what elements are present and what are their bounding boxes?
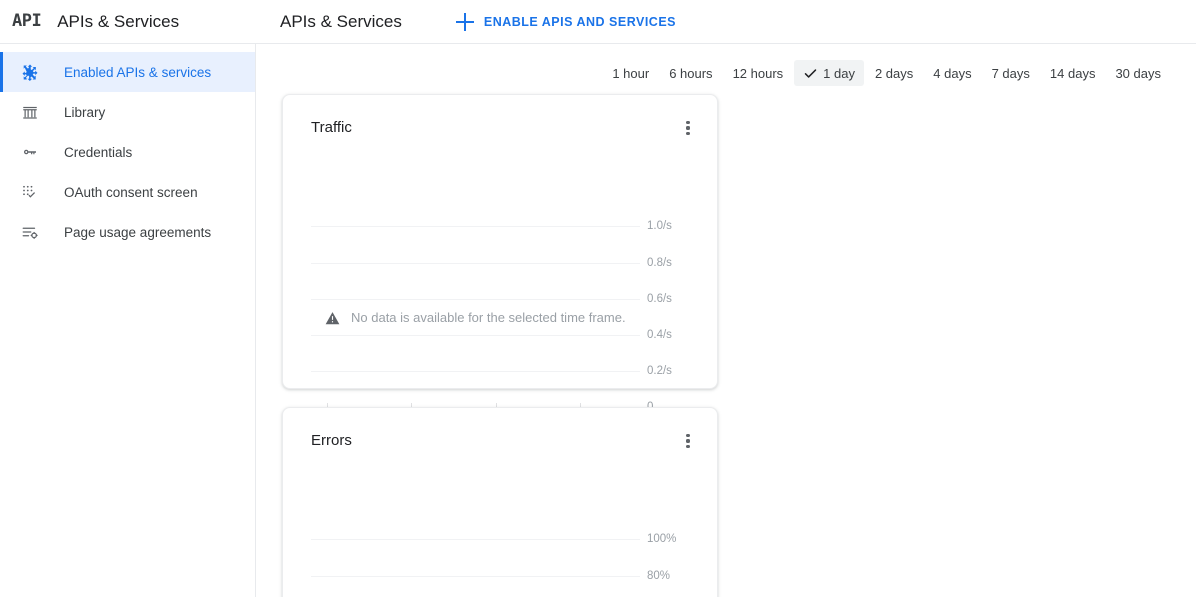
metrics-card-errors: Errors 100% 80% 60% 40% 20% 0 xyxy=(282,407,718,597)
time-range-option-12-hours[interactable]: 12 hours xyxy=(724,60,793,86)
gridline xyxy=(311,576,640,577)
apis-and-services-page: API APIs & Services APIs & Services ENAB… xyxy=(0,0,1196,597)
sidebar-item-credentials[interactable]: Credentials xyxy=(0,132,255,172)
time-range-option-1-day[interactable]: 1 day xyxy=(794,60,864,86)
enable-apis-and-services-button[interactable]: ENABLE APIS AND SERVICES xyxy=(450,9,682,35)
main-content: 1 hour 6 hours 12 hours 1 day 2 days 4 d… xyxy=(256,44,1196,597)
time-range-option-label: 6 hours xyxy=(669,65,713,81)
top-app-bar: API APIs & Services APIs & Services ENAB… xyxy=(0,0,1196,44)
y-axis-tick-label: 0.6/s xyxy=(647,293,672,305)
time-range-option-2-days[interactable]: 2 days xyxy=(866,60,922,86)
page-header-zone: APIs & Services ENABLE APIS AND SERVICES xyxy=(256,0,682,44)
sidebar-item-label: Credentials xyxy=(64,144,133,160)
more-vert-icon[interactable] xyxy=(679,432,697,450)
y-axis-tick-label: 80% xyxy=(647,570,671,582)
time-range-option-7-days[interactable]: 7 days xyxy=(983,60,1039,86)
empty-state-message: No data is available for the selected ti… xyxy=(325,310,626,325)
time-range-option-4-days[interactable]: 4 days xyxy=(924,60,980,86)
brand-zone: API APIs & Services xyxy=(0,0,256,44)
gridline xyxy=(311,371,640,372)
enable-apis-and-services-label: ENABLE APIS AND SERVICES xyxy=(483,14,677,29)
card-header: Traffic xyxy=(283,95,717,137)
traffic-chart: 1.0/s 0.8/s 0.6/s 0.4/s 0.2/s 0 Sun 26 6… xyxy=(283,150,717,425)
time-range-option-label: 7 days xyxy=(991,65,1030,81)
time-range-option-label: 2 days xyxy=(874,65,914,81)
key-icon xyxy=(20,142,40,162)
sidebar-item-label: OAuth consent screen xyxy=(64,184,198,200)
brand-title: APIs & Services xyxy=(57,11,180,31)
y-axis-tick-label: 1.0/s xyxy=(647,220,672,232)
gridline xyxy=(311,263,640,264)
metrics-card-traffic: Traffic 1.0/s 0.8/s 0.6/s 0.4/s 0.2/s 0 xyxy=(282,94,718,425)
time-range-option-1-hour[interactable]: 1 hour xyxy=(603,60,658,86)
y-axis-tick-label: 0.8/s xyxy=(647,257,672,269)
sidebar-item-oauth-consent-screen[interactable]: OAuth consent screen xyxy=(0,172,255,212)
library-icon xyxy=(20,102,40,122)
sidebar-item-label: Library xyxy=(64,104,106,120)
sidebar-item-enabled-apis-and-services[interactable]: Enabled APIs & services xyxy=(0,52,255,92)
check-icon xyxy=(804,68,817,78)
time-range-option-label: 4 days xyxy=(933,65,972,81)
time-range-option-label: 1 hour xyxy=(612,65,650,81)
empty-state-text: No data is available for the selected ti… xyxy=(351,310,626,325)
card-header: Errors xyxy=(283,408,717,450)
y-axis-tick-label: 0.2/s xyxy=(647,365,672,377)
time-range-option-14-days[interactable]: 14 days xyxy=(1041,60,1105,86)
y-axis-tick-label: 0.4/s xyxy=(647,329,672,341)
card-title: Errors xyxy=(311,432,352,449)
sidebar-nav: Enabled APIs & services Library Credenti… xyxy=(0,44,256,597)
time-range-option-label: 1 day xyxy=(823,65,855,81)
sidebar-item-page-usage-agreements[interactable]: Page usage agreements xyxy=(0,212,255,252)
metrics-card-grid: Traffic 1.0/s 0.8/s 0.6/s 0.4/s 0.2/s 0 xyxy=(256,94,1196,597)
gridline xyxy=(311,539,640,540)
time-range-option-30-days[interactable]: 30 days xyxy=(1106,60,1170,86)
plus-icon xyxy=(455,12,474,31)
warning-icon xyxy=(325,311,340,324)
errors-chart: 100% 80% 60% 40% 20% 0 Sun 26 6 AM 12 PM… xyxy=(283,463,717,597)
page-title: APIs & Services xyxy=(280,11,402,31)
gridline xyxy=(311,299,640,300)
page-usage-agreements-icon xyxy=(20,222,40,242)
oauth-consent-icon xyxy=(20,182,40,202)
sidebar-item-label: Page usage agreements xyxy=(64,224,212,240)
api-logo-icon: API xyxy=(12,11,42,31)
more-vert-icon[interactable] xyxy=(679,119,697,137)
api-hub-icon xyxy=(20,62,40,82)
gridline xyxy=(311,335,640,336)
sidebar-item-label: Enabled APIs & services xyxy=(64,64,212,80)
gridline xyxy=(311,226,640,227)
time-range-option-label: 14 days xyxy=(1049,65,1096,81)
card-title: Traffic xyxy=(311,119,352,136)
time-range-option-label: 12 hours xyxy=(732,65,784,81)
time-range-option-label: 30 days xyxy=(1115,65,1161,81)
time-range-option-6-hours[interactable]: 6 hours xyxy=(660,60,721,86)
y-axis-tick-label: 100% xyxy=(647,533,677,545)
time-range-selector: 1 hour 6 hours 12 hours 1 day 2 days 4 d… xyxy=(256,44,1196,94)
sidebar-item-library[interactable]: Library xyxy=(0,92,255,132)
